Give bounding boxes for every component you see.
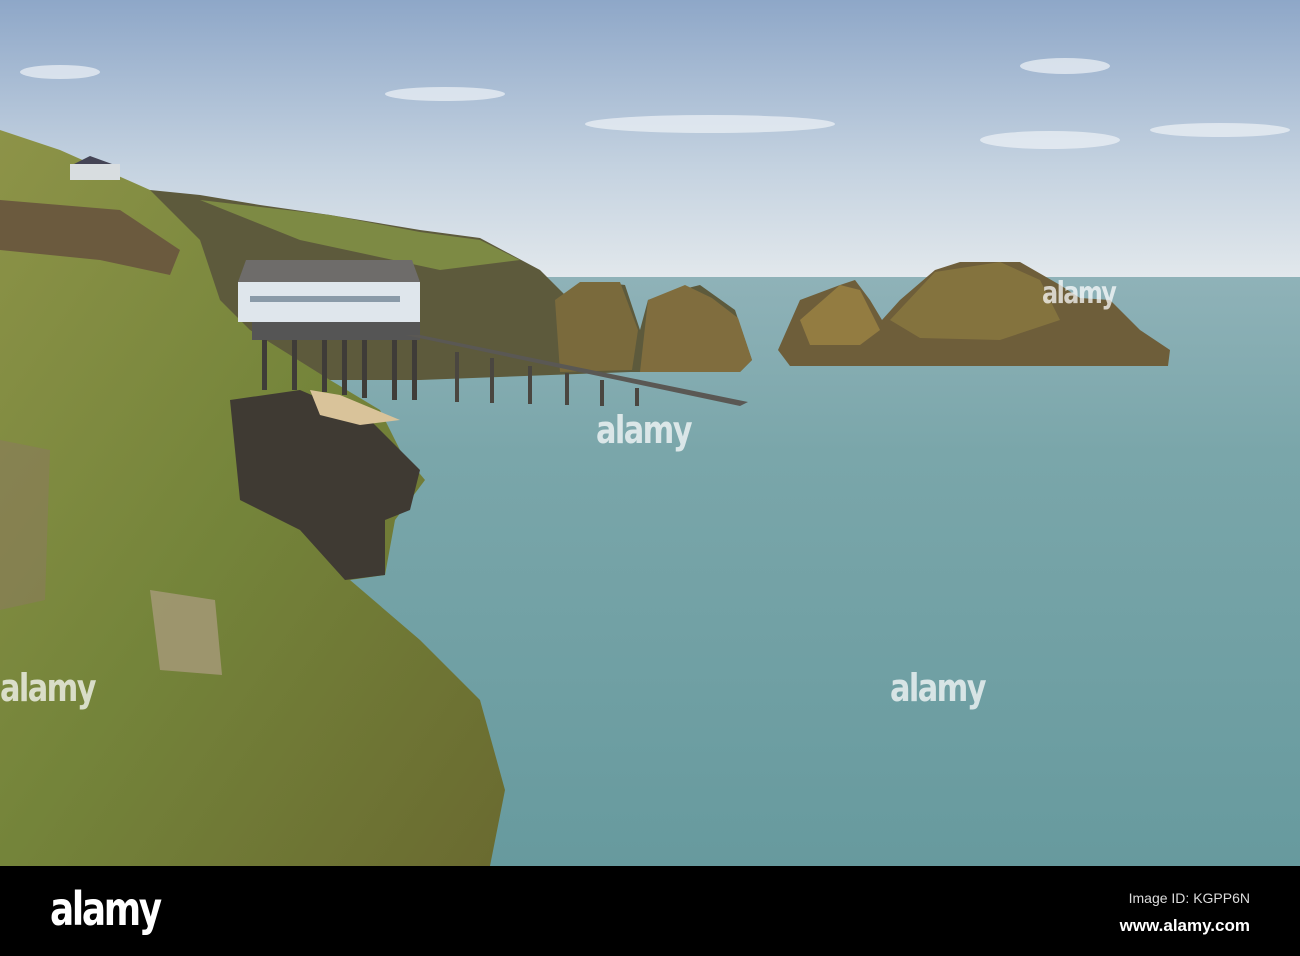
alamy-logo: alamy	[50, 882, 162, 936]
watermark: alamy	[596, 408, 693, 452]
watermark: alamy	[0, 666, 97, 710]
watermark: alamy	[1042, 276, 1117, 311]
footer-bar: alamy Image ID: KGPP6N www.alamy.com	[0, 866, 1300, 956]
site-url: www.alamy.com	[1119, 916, 1250, 935]
watermark: alamy	[890, 666, 987, 710]
image-id: Image ID: KGPP6N	[1128, 890, 1250, 906]
